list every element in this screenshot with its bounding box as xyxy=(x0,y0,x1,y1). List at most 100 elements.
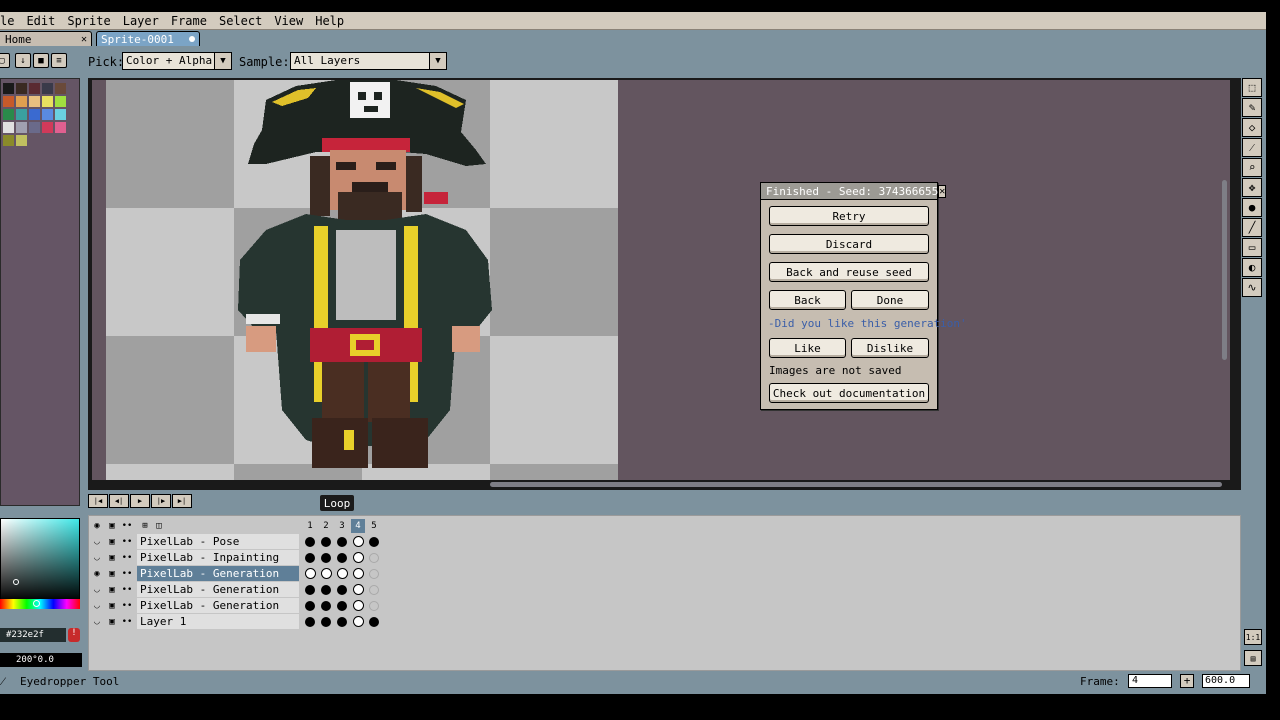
horizontal-scrollbar[interactable] xyxy=(490,482,1222,487)
palette-swatch[interactable] xyxy=(42,109,53,120)
rectangle-tool-icon[interactable]: ▭ xyxy=(1242,238,1262,257)
visibility-icon[interactable]: ◡ xyxy=(91,552,103,564)
palette-swatch[interactable] xyxy=(16,122,27,133)
color-hex-field[interactable]: #232e2f xyxy=(0,628,66,642)
cel[interactable] xyxy=(337,537,347,547)
palette-swatch[interactable] xyxy=(16,96,27,107)
continuous-icon[interactable]: •• xyxy=(121,520,133,532)
loop-tag[interactable]: Loop xyxy=(320,495,354,511)
menu-view[interactable]: View xyxy=(268,14,309,28)
chevron-down-icon[interactable]: ▼ xyxy=(214,52,232,70)
layer-row[interactable]: ◡ ▣ •• PixelLab - Inpainting xyxy=(89,550,383,566)
cel[interactable] xyxy=(337,617,347,627)
cel[interactable] xyxy=(353,584,364,595)
frame-header-3[interactable]: 3 xyxy=(335,519,349,533)
dislike-button[interactable]: Dislike xyxy=(851,338,929,358)
visibility-icon[interactable]: ◉ xyxy=(91,568,103,580)
palette-swatch[interactable] xyxy=(29,109,40,120)
play-icon[interactable]: ▶ xyxy=(130,494,150,508)
palette-swatch[interactable] xyxy=(29,83,40,94)
palette-swatch[interactable] xyxy=(29,122,40,133)
eye-icon[interactable]: ◉ xyxy=(91,520,103,532)
menu-help[interactable]: Help xyxy=(309,14,350,28)
palette-swatch[interactable] xyxy=(3,96,14,107)
palette-swatch[interactable] xyxy=(3,122,14,133)
continuous-icon[interactable]: •• xyxy=(121,616,133,628)
pick-select[interactable]: Color + Alpha ▼ xyxy=(122,52,232,70)
frame-header-4[interactable]: 4 xyxy=(351,519,365,533)
palette-swatch[interactable] xyxy=(42,96,53,107)
continuous-icon[interactable]: •• xyxy=(121,552,133,564)
menu-sprite[interactable]: Sprite xyxy=(61,14,116,28)
cel[interactable] xyxy=(321,601,331,611)
visibility-icon[interactable]: ◡ xyxy=(91,600,103,612)
close-icon[interactable]: ✕ xyxy=(938,184,947,198)
back-reuse-seed-button[interactable]: Back and reuse seed xyxy=(769,262,929,282)
layer-name[interactable]: PixelLab - Generation xyxy=(137,566,299,581)
continuous-icon[interactable]: •• xyxy=(121,536,133,548)
palette-swatch[interactable] xyxy=(42,122,53,133)
color-picker-cursor[interactable] xyxy=(13,579,19,585)
cel[interactable] xyxy=(369,569,379,579)
palette-swatch[interactable] xyxy=(55,96,66,107)
layer-name[interactable]: PixelLab - Inpainting xyxy=(137,550,299,565)
sample-select[interactable]: All Layers ▼ xyxy=(290,52,447,70)
layer-row[interactable]: ◡ ▣ •• Layer 1 xyxy=(89,614,383,630)
cel[interactable] xyxy=(321,568,332,579)
menu-edit[interactable]: Edit xyxy=(20,14,61,28)
move-tool-icon[interactable]: ✥ xyxy=(1242,178,1262,197)
like-button[interactable]: Like xyxy=(769,338,846,358)
menu-select[interactable]: Select xyxy=(213,14,268,28)
discard-button[interactable]: Discard xyxy=(769,234,929,254)
continuous-icon[interactable]: •• xyxy=(121,584,133,596)
cel[interactable] xyxy=(337,553,347,563)
layer-row[interactable]: ◡ ▣ •• PixelLab - Generation xyxy=(89,582,383,598)
contour-tool-icon[interactable]: ◐ xyxy=(1242,258,1262,277)
menu-lines-icon[interactable]: ≡ xyxy=(51,53,67,68)
lock-icon[interactable]: ▣ xyxy=(106,600,118,612)
dialog-titlebar[interactable]: Finished - Seed: 374366655 ✕ xyxy=(761,183,947,200)
lock-icon[interactable]: ▣ xyxy=(106,584,118,596)
layer-row[interactable]: ◡ ▣ •• PixelLab - Generation xyxy=(89,598,383,614)
palette-swatch[interactable] xyxy=(16,109,27,120)
add-frame-icon[interactable]: + xyxy=(1180,674,1194,688)
cel[interactable] xyxy=(353,568,364,579)
palette-swatch[interactable] xyxy=(55,83,66,94)
cel[interactable] xyxy=(369,585,379,595)
pencil-tool-icon[interactable]: ✎ xyxy=(1242,98,1262,117)
layer-name[interactable]: PixelLab - Generation xyxy=(137,598,299,613)
back-button[interactable]: Back xyxy=(769,290,846,310)
done-button[interactable]: Done xyxy=(851,290,929,310)
line-tool-icon[interactable]: ╱ xyxy=(1242,218,1262,237)
eyedropper-tool-icon[interactable]: ⁄ xyxy=(1242,138,1262,157)
lock-icon[interactable]: ▣ xyxy=(106,616,118,628)
layer-name[interactable]: PixelLab - Generation xyxy=(137,582,299,597)
cel[interactable] xyxy=(321,553,331,563)
first-frame-icon[interactable]: |◀ xyxy=(88,494,108,508)
eraser-tool-icon[interactable]: ◇ xyxy=(1242,118,1262,137)
layer-name[interactable]: PixelLab - Pose xyxy=(137,534,299,549)
hue-slider[interactable] xyxy=(0,599,80,609)
continuous-icon[interactable]: •• xyxy=(121,568,133,580)
fill-tool-icon[interactable]: ● xyxy=(1242,198,1262,217)
palette-swatch[interactable] xyxy=(3,135,14,146)
blur-tool-icon[interactable]: ∿ xyxy=(1242,278,1262,297)
square-icon[interactable]: ■ xyxy=(33,53,49,68)
frame-input[interactable]: 4 xyxy=(1128,674,1172,688)
documentation-button[interactable]: Check out documentation xyxy=(769,383,929,403)
frame-header-5[interactable]: 5 xyxy=(367,519,381,533)
layer-row[interactable]: ◉ ▣ •• PixelLab - Generation xyxy=(89,566,383,582)
visibility-icon[interactable]: ◡ xyxy=(91,584,103,596)
last-frame-icon[interactable]: ▶| xyxy=(172,494,192,508)
menu-layer[interactable]: Layer xyxy=(117,14,165,28)
palette-swatch[interactable] xyxy=(29,96,40,107)
layer-name[interactable]: Layer 1 xyxy=(137,614,299,629)
lock-icon[interactable]: ▣ xyxy=(106,552,118,564)
hue-slider-handle[interactable] xyxy=(33,600,40,607)
unsaved-dot-icon[interactable] xyxy=(189,36,195,42)
cel[interactable] xyxy=(305,568,316,579)
cel[interactable] xyxy=(305,601,315,611)
cel[interactable] xyxy=(305,617,315,627)
retry-button[interactable]: Retry xyxy=(769,206,929,226)
cel[interactable] xyxy=(321,537,331,547)
